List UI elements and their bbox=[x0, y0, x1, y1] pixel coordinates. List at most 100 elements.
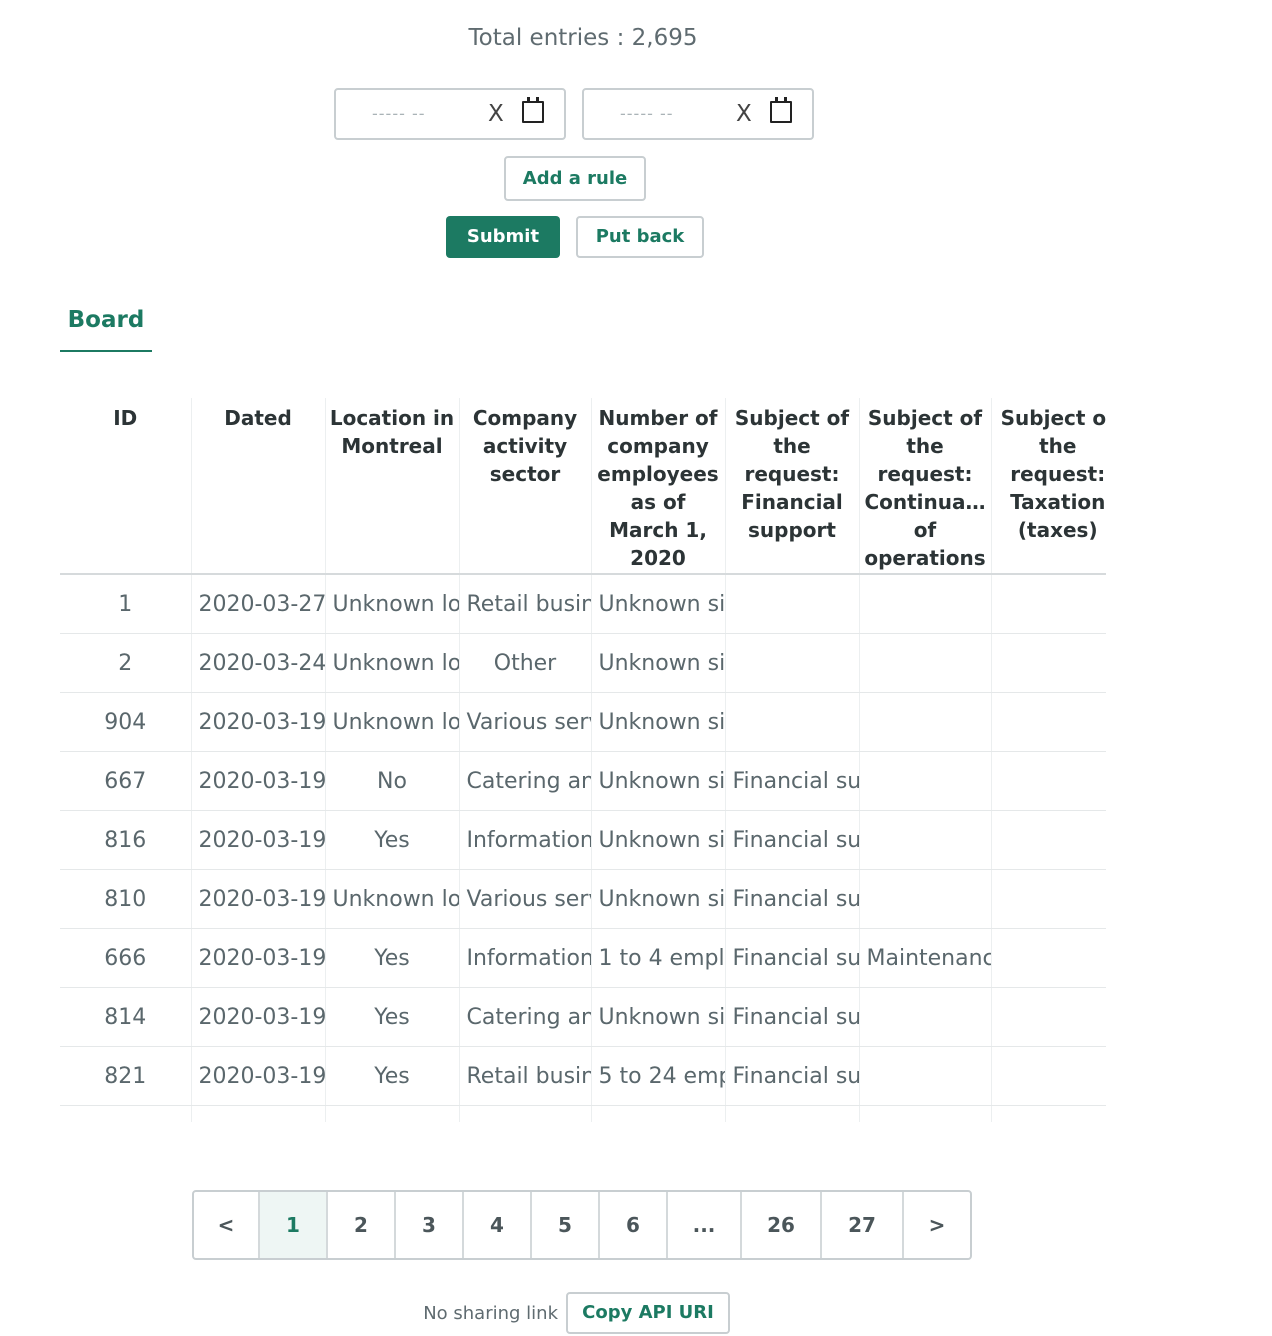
calendar-icon[interactable] bbox=[770, 97, 792, 123]
column-header[interactable]: Subject of the request: Continua… of ope… bbox=[858, 398, 991, 575]
table-cell: Maintenance bbox=[858, 928, 991, 988]
table-cell: Unknown location bbox=[324, 692, 459, 752]
table-cell: Yes bbox=[324, 810, 459, 870]
table-cell: 1 bbox=[60, 574, 191, 634]
table-cell: 2020-03-19 bbox=[190, 869, 325, 929]
table-cell bbox=[724, 1105, 859, 1122]
prev-page-button[interactable]: < bbox=[194, 1192, 260, 1258]
page-button[interactable]: 1 bbox=[260, 1192, 328, 1258]
page-ellipsis: ... bbox=[668, 1192, 742, 1258]
date-to-clear-button[interactable]: X bbox=[736, 101, 752, 127]
table-cell: 666 bbox=[60, 928, 191, 988]
table-cell: Yes bbox=[324, 1046, 459, 1106]
table-cell: Unknown size bbox=[590, 633, 725, 693]
table-cell bbox=[724, 574, 859, 634]
date-to-field[interactable]: ----- -- X bbox=[582, 88, 814, 140]
table-cell: 2 bbox=[60, 633, 191, 693]
table-cell bbox=[990, 1046, 1106, 1106]
page-button[interactable]: 6 bbox=[600, 1192, 668, 1258]
table-row[interactable]: 8142020-03-19YesCatering and accommodati… bbox=[60, 987, 1106, 1047]
table-cell: 2020-03-19 bbox=[190, 1046, 325, 1106]
column-header[interactable]: Company activity sector bbox=[458, 398, 591, 575]
table-row[interactable]: 8162020-03-19YesInformation and cultureU… bbox=[60, 810, 1106, 870]
copy-api-uri-button[interactable]: Copy API URI bbox=[566, 1292, 730, 1334]
table-cell bbox=[858, 751, 991, 811]
table-cell: Unknown size bbox=[590, 574, 725, 634]
table-cell: Unknown size bbox=[590, 810, 725, 870]
column-header[interactable]: Dated bbox=[190, 398, 325, 575]
table-cell bbox=[458, 1105, 591, 1122]
table-cell: No bbox=[324, 751, 459, 811]
table-row[interactable]: 8212020-03-19YesRetail business5 to 24 e… bbox=[60, 1046, 1106, 1106]
table-cell: Unknown location bbox=[324, 633, 459, 693]
tab-board[interactable]: Board bbox=[60, 298, 152, 352]
table-cell bbox=[990, 987, 1106, 1047]
table-cell bbox=[990, 810, 1106, 870]
table-cell bbox=[190, 1105, 325, 1122]
pagination: < 1 2 3 4 5 6 ... 26 27 > bbox=[192, 1190, 972, 1260]
table-cell bbox=[724, 633, 859, 693]
table-cell: Catering and accommodation bbox=[458, 987, 591, 1047]
put-back-button[interactable]: Put back bbox=[576, 216, 704, 258]
table-row[interactable]: 9042020-03-19Unknown locationVarious ser… bbox=[60, 692, 1106, 752]
page-button[interactable]: 26 bbox=[742, 1192, 822, 1258]
table-cell bbox=[590, 1105, 725, 1122]
table-cell bbox=[990, 928, 1106, 988]
page-button[interactable]: 3 bbox=[396, 1192, 464, 1258]
column-header[interactable]: ID bbox=[60, 398, 191, 575]
table-cell: Financial support bbox=[724, 869, 859, 929]
page-button[interactable]: 4 bbox=[464, 1192, 532, 1258]
table-cell: Unknown location bbox=[324, 869, 459, 929]
column-header[interactable]: Location in Montreal bbox=[324, 398, 459, 575]
table-row[interactable]: 6662020-03-19YesInformation and culture1… bbox=[60, 928, 1106, 988]
table-cell: Various services bbox=[458, 692, 591, 752]
table-row[interactable]: 8102020-03-19Unknown locationVarious ser… bbox=[60, 869, 1106, 929]
table-cell: 667 bbox=[60, 751, 191, 811]
table-cell: 1 to 4 employees bbox=[590, 928, 725, 988]
add-rule-button[interactable]: Add a rule bbox=[504, 156, 646, 201]
table-cell: Financial support bbox=[724, 810, 859, 870]
table-cell: Financial support bbox=[724, 928, 859, 988]
table-cell: 2020-03-19 bbox=[190, 987, 325, 1047]
table-cell: Financial support bbox=[724, 751, 859, 811]
table-cell: Financial support bbox=[724, 1046, 859, 1106]
column-header[interactable]: Number of company employees as of March … bbox=[590, 398, 725, 575]
page-button[interactable]: 5 bbox=[532, 1192, 600, 1258]
table-cell: Various services bbox=[458, 869, 591, 929]
table-cell bbox=[858, 1105, 991, 1122]
date-from-field[interactable]: ----- -- X bbox=[334, 88, 566, 140]
table-cell bbox=[990, 633, 1106, 693]
total-entries: Total entries : 2,695 bbox=[468, 25, 698, 51]
table-cell: Other bbox=[458, 633, 591, 693]
table-cell: 814 bbox=[60, 987, 191, 1047]
table-cell bbox=[990, 692, 1106, 752]
calendar-icon[interactable] bbox=[522, 97, 544, 123]
sharing-status: No sharing link bbox=[423, 1303, 558, 1324]
column-header[interactable]: Subject of the request: Financial suppor… bbox=[724, 398, 859, 575]
table-row[interactable]: 12020-03-27Unknown locationRetail busine… bbox=[60, 574, 1106, 634]
table-cell: 2020-03-19 bbox=[190, 751, 325, 811]
page-button[interactable]: 2 bbox=[328, 1192, 396, 1258]
table-cell: Unknown location bbox=[324, 574, 459, 634]
table-cell bbox=[990, 1105, 1106, 1122]
table-cell bbox=[990, 751, 1106, 811]
table-cell: 2020-03-19 bbox=[190, 810, 325, 870]
table-cell: Yes bbox=[324, 987, 459, 1047]
table-cell: Unknown size bbox=[590, 869, 725, 929]
table-cell: 5 to 24 employees bbox=[590, 1046, 725, 1106]
submit-button[interactable]: Submit bbox=[446, 216, 560, 258]
table-cell: 2020-03-19 bbox=[190, 692, 325, 752]
next-page-button[interactable]: > bbox=[904, 1192, 970, 1258]
table-cell bbox=[990, 574, 1106, 634]
table-cell: Retail business bbox=[458, 574, 591, 634]
table-row[interactable]: 6672020-03-19NoCatering and accommodatio… bbox=[60, 751, 1106, 811]
table-cell bbox=[858, 987, 991, 1047]
table-cell: 904 bbox=[60, 692, 191, 752]
data-table-container[interactable]: ID Dated Location in Montreal Company ac… bbox=[60, 398, 1106, 1126]
table-cell: Retail business bbox=[458, 1046, 591, 1106]
table-row[interactable]: 22020-03-24Unknown locationOtherUnknown … bbox=[60, 633, 1106, 693]
table-cell: 816 bbox=[60, 810, 191, 870]
column-header[interactable]: Subject of the request: Taxation (taxes) bbox=[990, 398, 1106, 575]
page-button[interactable]: 27 bbox=[822, 1192, 904, 1258]
date-from-clear-button[interactable]: X bbox=[488, 101, 504, 127]
